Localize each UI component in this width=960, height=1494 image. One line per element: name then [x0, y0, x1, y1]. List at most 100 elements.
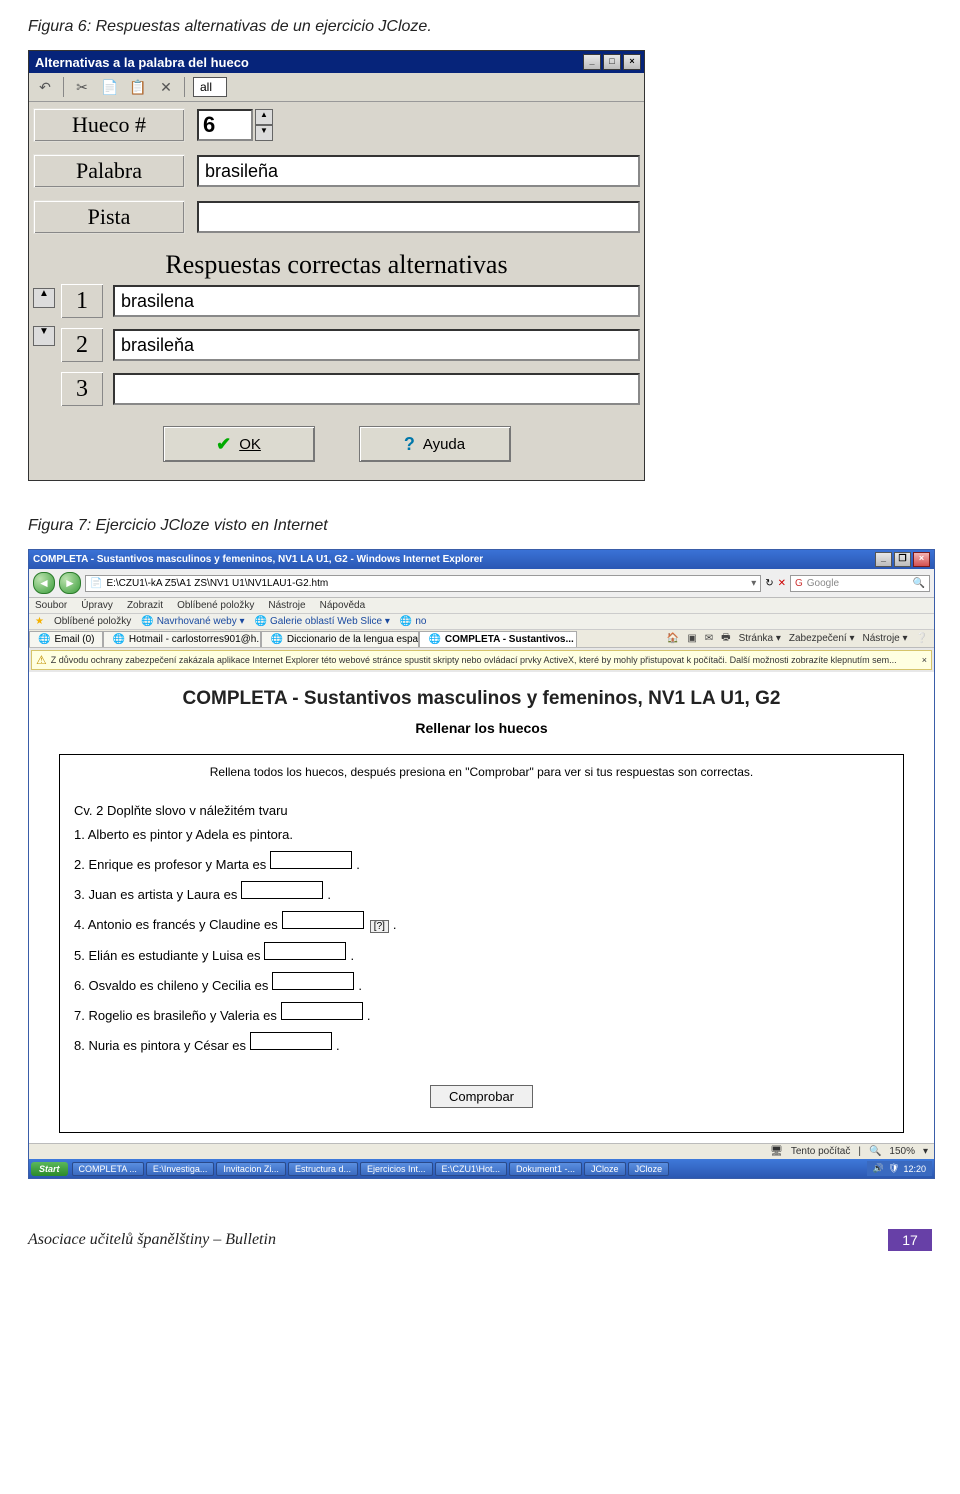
gap-input[interactable] [264, 942, 346, 960]
security-menu[interactable]: Zabezpečení ▾ [789, 633, 855, 644]
tray-icon[interactable]: 🔊 [873, 1163, 884, 1174]
globe-icon: 🌐 [270, 634, 282, 645]
minimize-button[interactable]: _ [875, 552, 892, 567]
back-button[interactable]: ◄ [33, 572, 55, 594]
taskbar-item[interactable]: Dokument1 -... [509, 1162, 582, 1176]
gap-input[interactable] [241, 881, 323, 899]
taskbar-item[interactable]: JCloze [584, 1162, 626, 1176]
all-dropdown[interactable]: all [193, 77, 227, 97]
hueco-input[interactable] [197, 109, 253, 141]
ie-tab-active[interactable]: 🌐COMPLETA - Sustantivos...× [419, 631, 577, 647]
alt-spin-up-icon[interactable]: ▲ [33, 288, 55, 308]
gap-input[interactable] [272, 972, 354, 990]
page-content: COMPLETA - Sustantivos masculinos y feme… [29, 672, 934, 1143]
alt-input-1[interactable] [113, 285, 640, 317]
undo-icon[interactable]: ↶ [35, 77, 55, 97]
gap-input[interactable] [250, 1032, 332, 1050]
maximize-button[interactable]: □ [603, 54, 621, 70]
zoom-icon[interactable]: 🔍 [869, 1146, 881, 1157]
fav-link[interactable]: 🌐Galerie oblastí Web Slice ▾ [255, 616, 390, 627]
alt-spin-down-icon[interactable]: ▼ [33, 326, 55, 346]
spin-up-icon[interactable]: ▲ [255, 109, 273, 125]
taskbar-item[interactable]: JCloze [628, 1162, 670, 1176]
feed-icon[interactable]: ▣ [687, 633, 696, 644]
help-label: Ayuda [423, 436, 465, 453]
menu-item[interactable]: Úpravy [81, 600, 113, 611]
menu-item[interactable]: Nápověda [320, 600, 366, 611]
fav-link[interactable]: 🌐no [400, 616, 427, 627]
copy-icon[interactable]: 📄 [100, 77, 120, 97]
search-icon[interactable]: 🔍 [913, 578, 925, 589]
close-icon[interactable]: × [922, 655, 927, 665]
menu-item[interactable]: Nástroje [268, 600, 305, 611]
close-button[interactable]: × [913, 552, 930, 567]
system-tray[interactable]: 🔊 🛡 12:20 [867, 1161, 932, 1176]
cut-icon[interactable]: ✂ [72, 77, 92, 97]
tray-clock: 12:20 [903, 1164, 926, 1174]
stop-icon[interactable]: ✕ [778, 578, 786, 589]
search-box[interactable]: G Google 🔍 [790, 575, 930, 592]
minimize-button[interactable]: _ [583, 54, 601, 70]
hueco-spinner[interactable]: ▲ ▼ [197, 109, 273, 141]
start-button[interactable]: Start [31, 1162, 68, 1176]
gap-input[interactable] [281, 1002, 363, 1020]
alt-index: 2 [61, 328, 103, 362]
check-button[interactable]: Comprobar [430, 1085, 533, 1108]
ie-tab[interactable]: 🌐Diccionario de la lengua espa... [261, 631, 419, 647]
paste-icon[interactable]: 📋 [128, 77, 148, 97]
palabra-input[interactable] [197, 155, 640, 187]
ie-window: COMPLETA - Sustantivos masculinos y feme… [28, 549, 935, 1179]
gap-input[interactable] [282, 911, 364, 929]
hint-button[interactable]: [?] [370, 920, 389, 933]
taskbar-item[interactable]: COMPLETA ... [72, 1162, 144, 1176]
ie-statusbar: 🖥 Tento počítač | 🔍 150% ▾ [29, 1143, 934, 1159]
page-menu[interactable]: Stránka ▾ [739, 633, 781, 644]
taskbar-item[interactable]: Estructura d... [288, 1162, 358, 1176]
delete-icon[interactable]: ✕ [156, 77, 176, 97]
taskbar-item[interactable]: Invitacion Zi... [216, 1162, 286, 1176]
chevron-down-icon[interactable]: ▾ [751, 578, 756, 589]
taskbar-item[interactable]: E:\Investiga... [146, 1162, 215, 1176]
forward-button[interactable]: ► [59, 572, 81, 594]
chevron-down-icon[interactable]: ▾ [923, 1146, 928, 1157]
palabra-label: Palabra [33, 154, 185, 188]
question-line: 6. Osvaldo es chileno y Cecilia es . [74, 972, 889, 993]
mail-icon[interactable]: ✉ [705, 633, 713, 644]
footer-text: Asociace učitelů španělštiny – Bulletin [28, 1231, 276, 1249]
fav-link[interactable]: 🌐Navrhované weby ▾ [141, 616, 244, 627]
figure6-caption: Figura 6: Respuestas alternativas de un … [28, 18, 932, 36]
ok-label: OK [239, 436, 261, 453]
taskbar-item[interactable]: E:\CZU1\Hot... [435, 1162, 508, 1176]
star-icon[interactable]: ★ [35, 616, 44, 627]
ie-information-bar[interactable]: ⚠ Z důvodu ochrany zabezpečení zakázala … [31, 650, 932, 670]
ok-button[interactable]: ✔ OK [163, 426, 315, 462]
taskbar-item[interactable]: Ejercicios Int... [360, 1162, 433, 1176]
ie-menubar: Soubor Úpravy Zobrazit Oblíbené položky … [29, 598, 934, 614]
toolbar-separator [184, 77, 185, 97]
menu-item[interactable]: Zobrazit [127, 600, 163, 611]
question-line: 8. Nuria es pintora y César es . [74, 1032, 889, 1053]
help-icon[interactable]: ❔ [916, 633, 928, 644]
address-bar[interactable]: 📄 E:\CZU1\-kA Z5\A1 ZS\NV1 U1\NV1LAU1-G2… [85, 575, 761, 592]
tray-icon[interactable]: 🛡 [888, 1163, 899, 1174]
help-button[interactable]: ? Ayuda [359, 426, 511, 462]
menu-item[interactable]: Oblíbené položky [177, 600, 254, 611]
refresh-icon[interactable]: ↻ [765, 578, 773, 589]
zoom-level[interactable]: 150% [889, 1146, 915, 1157]
close-button[interactable]: × [623, 54, 641, 70]
home-icon[interactable]: 🏠 [667, 633, 679, 644]
print-icon[interactable]: 🖶 [721, 630, 730, 647]
gap-input[interactable] [270, 851, 352, 869]
restore-button[interactable]: ❐ [894, 552, 911, 567]
alt-input-2[interactable] [113, 329, 640, 361]
ie-tab[interactable]: 🌐Hotmail - carlostorres901@h... [103, 631, 261, 647]
question-line: 1. Alberto es pintor y Adela es pintora. [74, 827, 889, 842]
ie-tab[interactable]: 🌐Email (0) [29, 631, 103, 647]
menu-item[interactable]: Soubor [35, 600, 67, 611]
pista-input[interactable] [197, 201, 640, 233]
ie-titlebar[interactable]: COMPLETA - Sustantivos masculinos y feme… [29, 550, 934, 569]
window-titlebar[interactable]: Alternativas a la palabra del hueco _ □ … [29, 51, 644, 73]
tools-menu[interactable]: Nástroje ▾ [863, 633, 908, 644]
alt-input-3[interactable] [113, 373, 640, 405]
spin-down-icon[interactable]: ▼ [255, 125, 273, 141]
